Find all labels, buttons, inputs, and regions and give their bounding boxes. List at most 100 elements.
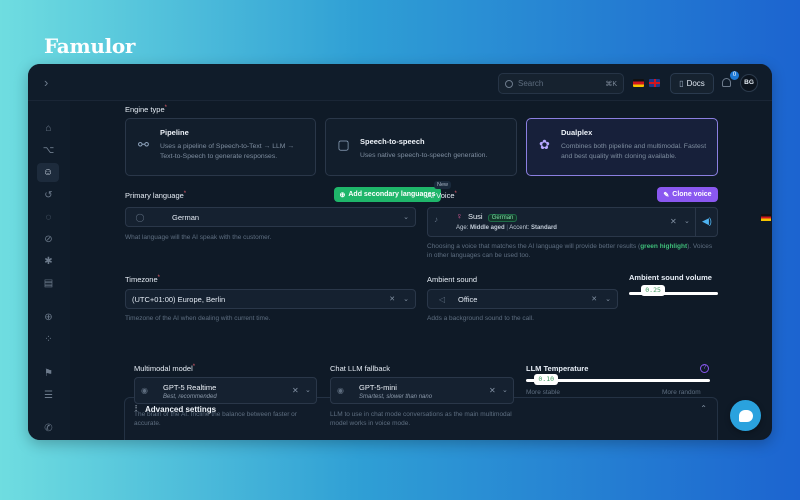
ai-voice-help: Choosing a voice that matches the AI lan… [427,243,713,259]
bell-icon[interactable] [722,78,731,87]
clone-voice-button[interactable]: ✎ Clone voice [657,187,718,202]
block-icon[interactable]: ⊘ [41,232,56,247]
primary-language-label: Primary language* [125,191,187,200]
chat-bubble-icon [738,409,753,422]
sidebar-expand-icon[interactable]: › [44,75,48,90]
chevron-down-icon[interactable]: ⌄ [684,217,690,225]
knowledge-icon[interactable]: ▤ [41,276,56,291]
assistant-icon[interactable]: ☺ [37,163,59,182]
temperature-max-label: More random [662,389,701,396]
ai-voice-label: AI Voice* [427,191,457,200]
engine-option-desc: Combines both pipeline and multimodal. F… [561,143,707,160]
docs-button[interactable]: ▯ Docs [670,73,714,94]
voice-name: Susi [468,212,483,221]
globe-icon: ⊕ [339,191,346,199]
search-placeholder: Search [518,79,544,88]
chat-fallback-sub: Smartest, slower than nano [359,394,433,400]
multimodal-label: Multimodal model* [134,364,196,373]
ambient-sound-help: Adds a background sound to the call. [427,315,534,322]
engine-option-speech-to-speech[interactable]: ▢ Speech-to-speech Uses native speech-to… [325,118,517,176]
primary-language-value: German [172,212,200,222]
ambient-volume-label: Ambient sound volume [629,273,712,282]
add-secondary-languages-button[interactable]: ⊕ Add secondary languages [334,187,441,202]
speaker-icon[interactable]: ◀) [702,216,712,227]
info-icon[interactable]: ? [700,364,709,373]
age-label: Age: [456,225,469,231]
german-flag-icon [761,213,771,221]
chat-fallback-help: LLM to use in chat mode conversations as… [330,411,512,427]
wand-icon: ✎ [663,191,670,199]
timezone-label: Timezone* [125,275,160,284]
chevron-up-icon[interactable]: ⌃ [700,404,707,413]
mic-icon: ♪ [434,215,438,224]
chat-widget-button[interactable] [730,400,761,431]
history-icon[interactable]: ↺ [41,188,56,203]
book-icon: ▯ [679,79,684,88]
primary-language-select[interactable]: ◯ German ⌄ [125,207,771,227]
multimodal-select[interactable]: ◉ GPT-5 Realtime Best, recommended ✕ ⌄ [134,377,317,404]
uk-flag-icon[interactable] [649,79,660,87]
flow-icon[interactable]: ⌥ [41,143,56,158]
ambient-volume-value[interactable]: 0.25 [641,285,665,296]
divider [695,208,696,236]
engine-option-title: Speech-to-speech [360,137,425,146]
german-flag-icon[interactable] [633,79,644,87]
language-icon: ◯ [135,212,145,222]
engine-option-dualplex[interactable]: ✿ Dualplex Combines both pipeline and mu… [526,118,718,176]
search-icon [505,79,513,88]
engine-type-label: Engine type* [125,105,167,114]
temperature-value[interactable]: 0.10 [534,374,559,385]
campaign-icon[interactable]: ⚑ [41,366,56,381]
brand-logo: Famulor [44,34,136,58]
multimodal-sub: Best, recommended [163,394,217,400]
engine-option-title: Pipeline [160,128,189,137]
chat-fallback-value: GPT-5-mini [359,383,397,392]
age-value: Middle aged [470,225,505,231]
timezone-select[interactable]: (UTC+01:00) Europe, Berlin ✕ ⌄ [125,289,416,309]
avatar[interactable]: BG [740,74,758,92]
chat-fallback-select[interactable]: ◉ GPT-5-mini Smartest, slower than nano … [330,377,514,404]
search-input[interactable]: Search ⌘K [498,73,624,94]
ambient-sound-value: Office [458,294,478,304]
engine-option-pipeline[interactable]: ⚯ Pipeline Uses a pipeline of Speech-to-… [125,118,316,176]
leads-icon[interactable]: ☰ [41,388,56,403]
sound-icon: ◁ [438,294,446,304]
notification-badge: 0 [730,71,739,80]
ai-voice-select[interactable]: ♪ ♀ Susi German Age: Middle aged | Accen… [427,207,718,237]
engine-option-title: Dualplex [561,128,593,137]
new-badge: New [434,181,452,189]
clear-icon[interactable]: ✕ [292,386,299,395]
chevron-down-icon: ⌄ [403,214,409,221]
sidebar: ⌂ ⌥ ☺ ↺ ◌ ⊘ ✱ ▤ ⊕ ⁘ ⚑ ☰ ✆ [28,101,70,440]
engine-option-desc: Uses native speech-to-speech generation. [360,152,488,159]
clear-icon[interactable]: ✕ [591,295,597,303]
voice-language-tag: German [487,214,518,222]
phone-icon[interactable]: ✆ [41,421,56,436]
ambient-sound-select[interactable]: ◁ Office ✕ ⌄ [427,289,618,309]
docs-label: Docs [686,79,705,88]
chevron-down-icon: ⌄ [502,387,508,394]
clear-icon[interactable]: ✕ [489,386,496,395]
brain-icon: ✿ [539,137,550,152]
clear-icon[interactable]: ✕ [670,217,677,226]
top-bar: › Search ⌘K ▯ Docs 0 BG [28,64,772,101]
add-circle-icon[interactable]: ⊕ [41,310,56,325]
chevron-down-icon: ⌄ [305,387,311,394]
home-icon[interactable]: ⌂ [41,121,56,136]
eye-icon: ◉ [337,386,344,395]
integrations-icon[interactable]: ⁘ [41,332,56,347]
multimodal-value: GPT-5 Realtime [163,383,217,392]
primary-language-help: What language will the AI speak with the… [125,234,272,241]
clear-icon[interactable]: ✕ [389,295,395,303]
bug-icon[interactable]: ✱ [41,254,56,269]
eye-icon: ◉ [141,386,148,395]
chat-icon[interactable]: ◌ [41,210,56,225]
timezone-value: (UTC+01:00) Europe, Berlin [132,294,226,304]
temperature-label: LLM Temperature [526,364,589,373]
chevron-down-icon: ⌄ [605,296,611,303]
ambient-sound-label: Ambient sound [427,275,478,284]
chevron-down-icon: ⌄ [403,296,409,303]
clone-voice-label: Clone voice [672,191,712,198]
engine-option-desc: Uses a pipeline of Speech-to-Text → LLM … [160,143,295,160]
search-shortcut: ⌘K [605,80,617,88]
